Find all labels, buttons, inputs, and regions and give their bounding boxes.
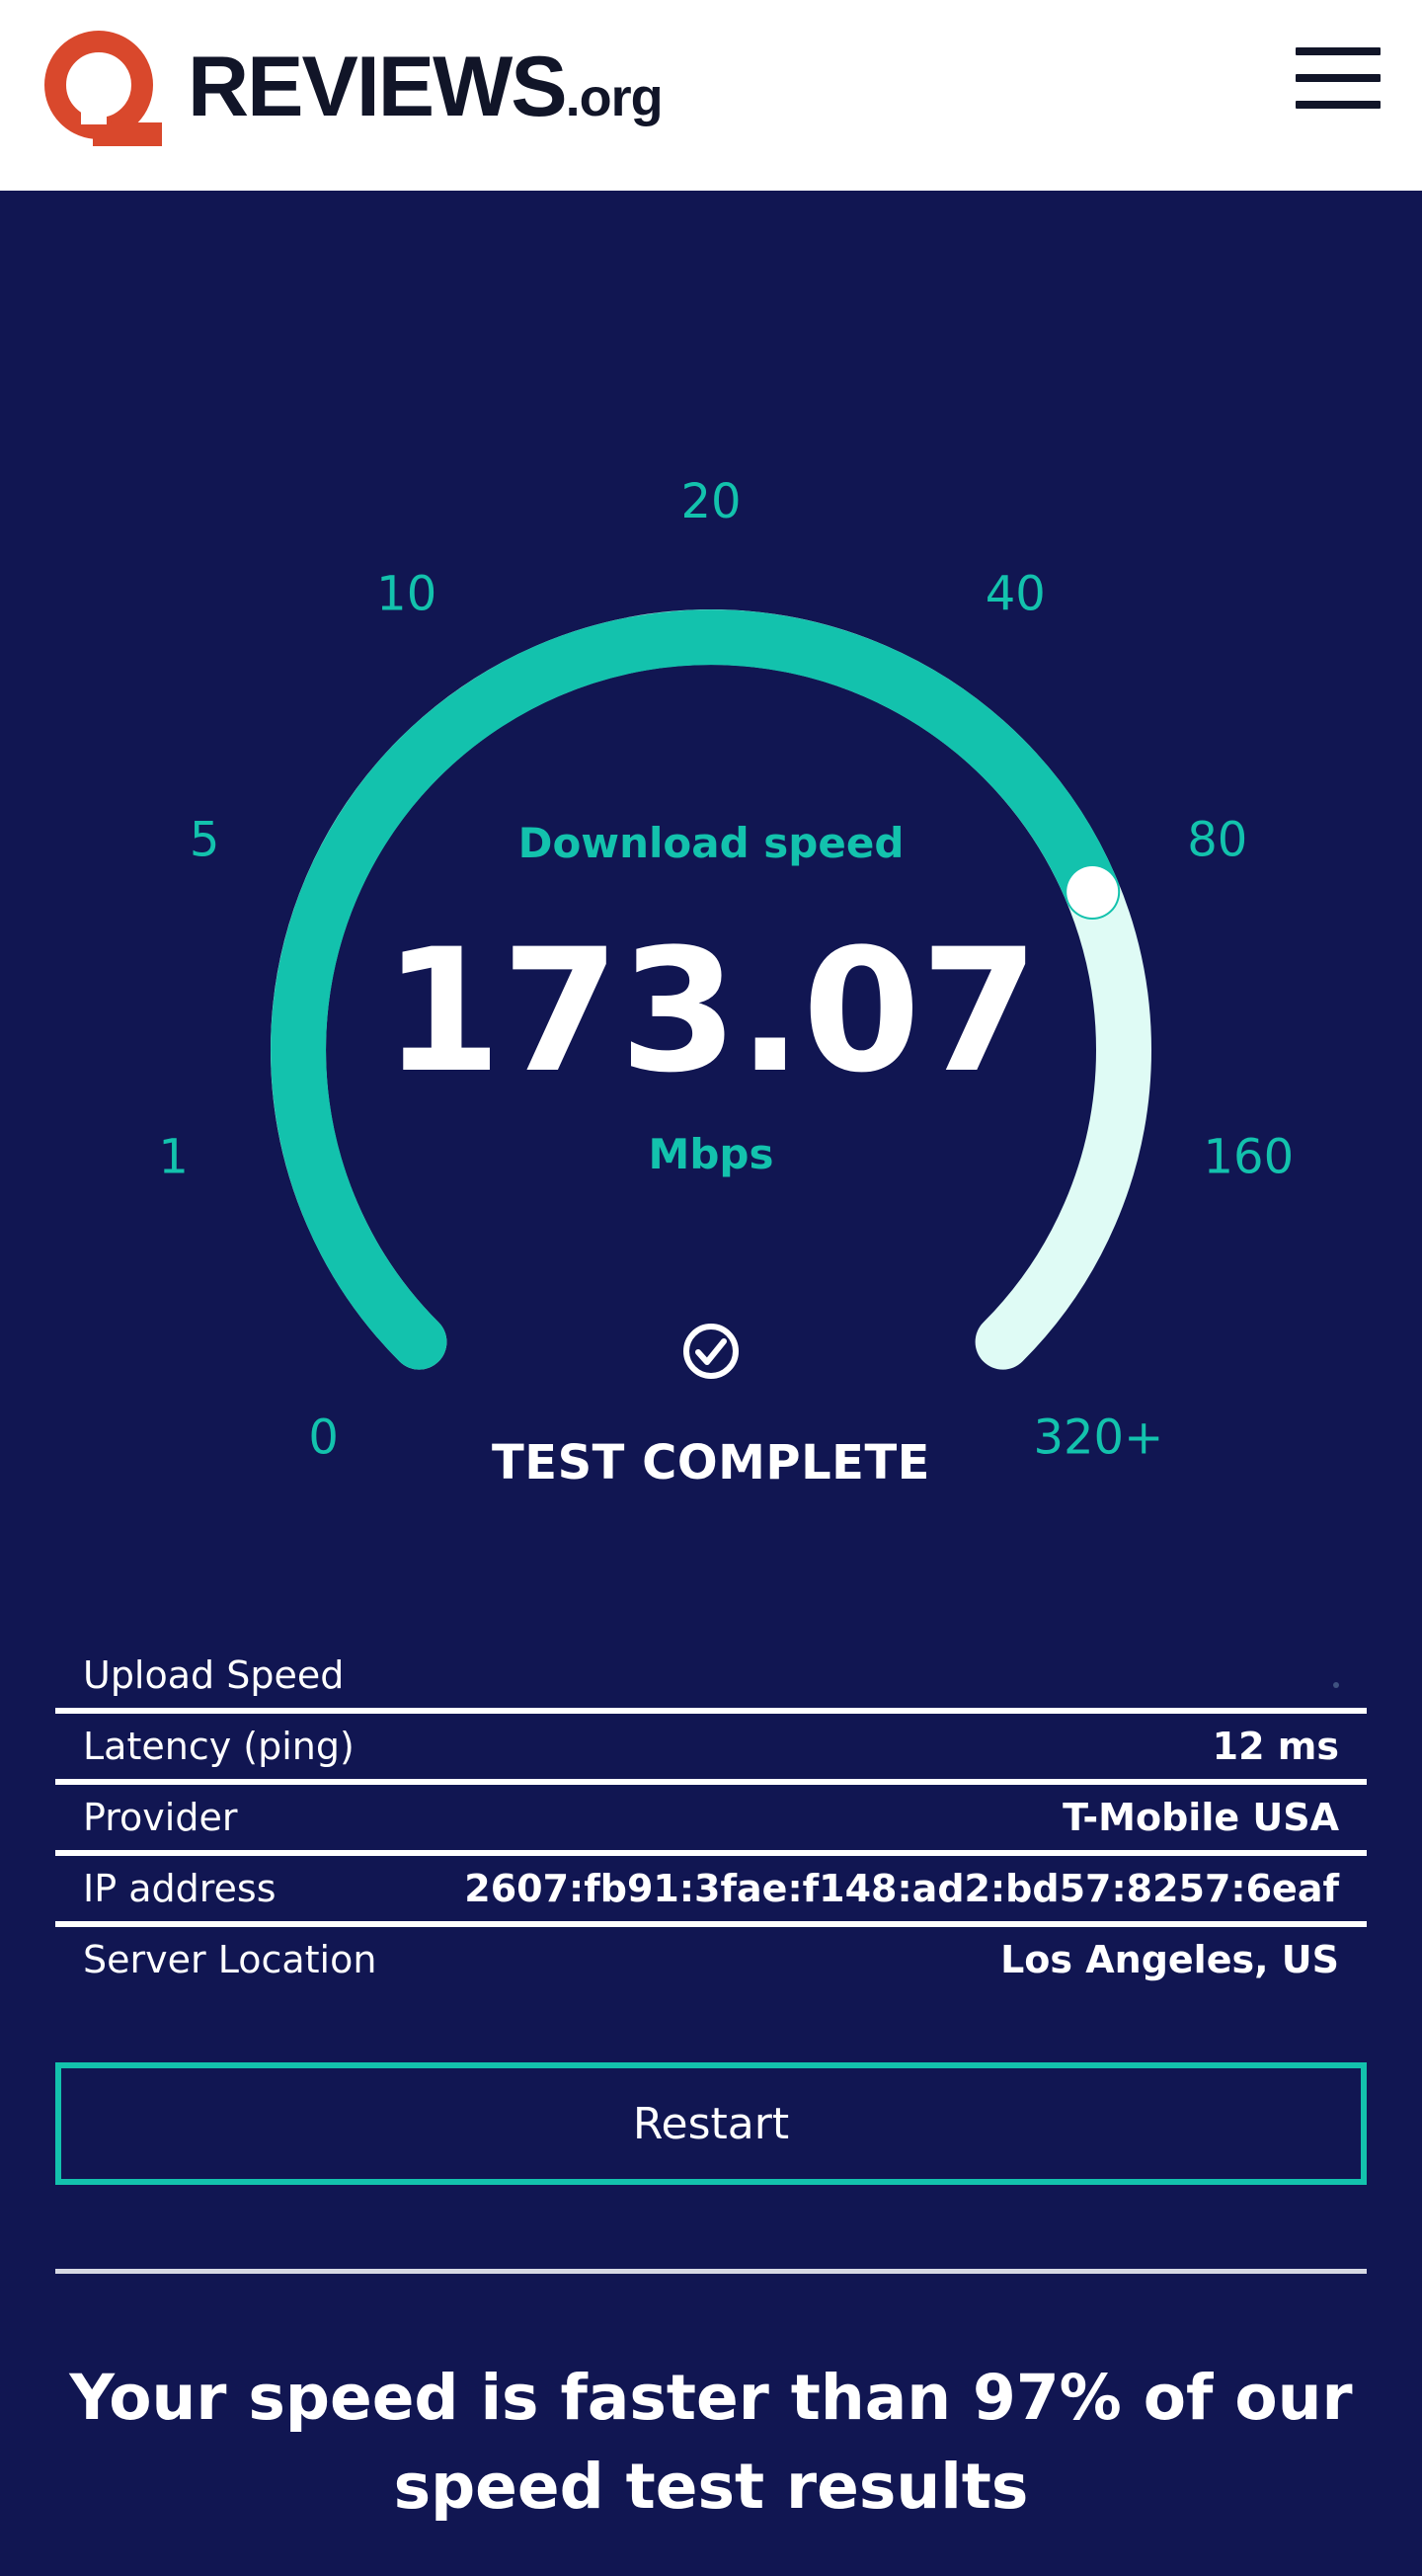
gauge-tick-label: 10: [376, 567, 436, 622]
loading-dot-icon: [1333, 1682, 1339, 1688]
speed-test-panel: 0 1 5 10 20 40 80 160 320+ Download speed 173.07…: [0, 191, 1422, 2576]
result-row-server-location: Server Location Los Angeles, US: [55, 1927, 1367, 1992]
speed-comparison-summary: Your speed is faster than 97% of our spe…: [69, 2362, 1353, 2523]
download-speed-label: Download speed: [518, 819, 905, 867]
result-row-provider: Provider T-Mobile USA: [55, 1785, 1367, 1856]
restart-button[interactable]: Restart: [55, 2062, 1367, 2185]
gauge-tick-label: 5: [190, 813, 220, 868]
test-status-text: TEST COMPLETE: [492, 1435, 930, 1490]
result-label: Upload Speed: [83, 1653, 345, 1697]
result-label: IP address: [83, 1867, 276, 1910]
reviews-q-logo-icon[interactable]: [40, 28, 163, 146]
result-label: Provider: [83, 1796, 238, 1839]
result-label: Server Location: [83, 1938, 377, 1981]
gauge-tick-label: 40: [986, 567, 1046, 622]
result-row-ip-address: IP address 2607:fb91:3fae:f148:ad2:bd57:…: [55, 1856, 1367, 1927]
check-circle-icon: [683, 1324, 739, 1379]
result-label: Latency (ping): [83, 1725, 355, 1768]
result-row-latency: Latency (ping) 12 ms: [55, 1714, 1367, 1785]
download-speed-unit: Mbps: [649, 1130, 774, 1178]
gauge-indicator-knob: [1066, 866, 1119, 918]
gauge-tick-label: 80: [1187, 813, 1247, 868]
logo-tld-text: .org: [565, 68, 664, 127]
hamburger-menu-icon[interactable]: [1296, 47, 1381, 109]
result-value: 2607:fb91:3fae:f148:ad2:bd57:8257:6eaf: [464, 1867, 1339, 1910]
section-divider: [55, 2269, 1367, 2274]
download-speed-value: 173.07: [383, 912, 1039, 1110]
site-header: REVIEWS .org: [0, 0, 1422, 191]
gauge-tick-label: 1: [158, 1129, 189, 1184]
results-table: Upload Speed Latency (ping) 12 ms Provid…: [55, 1643, 1367, 1992]
speed-gauge: 01510204080160320+ Download speed 173.07…: [158, 474, 1294, 1465]
result-value: Los Angeles, US: [1000, 1938, 1339, 1981]
result-value: 12 ms: [1212, 1725, 1339, 1768]
gauge-tick-label: 160: [1203, 1129, 1294, 1184]
result-value: T-Mobile USA: [1063, 1796, 1339, 1839]
result-row-upload-speed: Upload Speed: [55, 1643, 1367, 1714]
result-value-loading: [1333, 1653, 1339, 1697]
gauge-tick-label: 20: [680, 474, 741, 529]
logo-main-text: REVIEWS: [188, 40, 568, 134]
site-logo-text[interactable]: REVIEWS .org: [188, 38, 664, 136]
